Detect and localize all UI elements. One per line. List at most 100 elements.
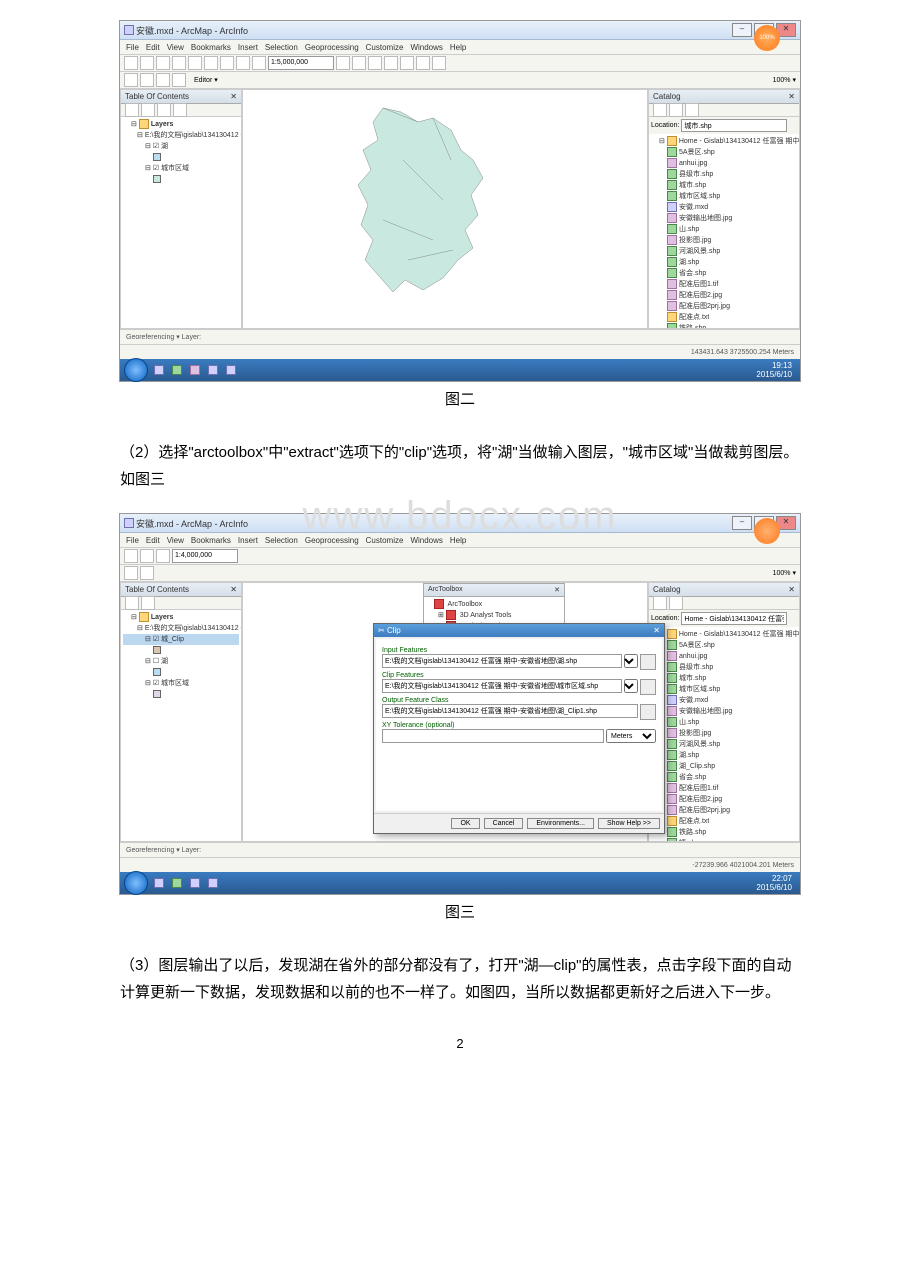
browse-icon[interactable] (640, 704, 656, 720)
save-icon[interactable] (156, 549, 170, 563)
cat-item[interactable]: 城市区域.shp (651, 191, 797, 202)
layer-city-zone[interactable]: ⊟ ☑ 城市区域 (123, 678, 239, 689)
map-scale-input[interactable]: 1:4,000,000 (172, 549, 238, 563)
zoom-in-icon[interactable] (124, 73, 138, 87)
taskbar-app-icon[interactable] (172, 365, 182, 375)
cat-home-icon[interactable] (669, 596, 683, 610)
toc-icon[interactable] (368, 56, 382, 70)
catalog-location-input[interactable] (681, 119, 787, 132)
new-icon[interactable] (124, 549, 138, 563)
output-fc-field[interactable] (382, 704, 638, 718)
layer-group-folder[interactable]: ⊟ E:\我的文档\gislab\134130412 任富 (123, 623, 239, 634)
pan-icon[interactable] (156, 73, 170, 87)
cat-item[interactable]: 县级市.shp (651, 169, 797, 180)
cat-home-icon[interactable] (685, 103, 699, 117)
menu-geoprocessing[interactable]: Geoprocessing (305, 43, 359, 52)
browse-icon[interactable] (640, 679, 656, 695)
cat-item[interactable]: 镇.shp (651, 838, 797, 841)
taskbar-app-icon[interactable] (226, 365, 236, 375)
list-by-drawing-icon[interactable] (125, 596, 139, 610)
cat-item[interactable]: 城市.shp (651, 180, 797, 191)
menu-geoprocessing[interactable]: Geoprocessing (305, 536, 359, 545)
cat-item[interactable]: 配准后图2.jpg (651, 290, 797, 301)
list-by-source-icon[interactable] (141, 596, 155, 610)
minimize-button[interactable]: – (732, 516, 752, 530)
cat-item[interactable]: 配准点.txt (651, 312, 797, 323)
full-extent-icon[interactable] (172, 73, 186, 87)
toc-close-icon[interactable]: ✕ (230, 92, 237, 101)
cat-item[interactable]: 河湖风景.shp (651, 739, 797, 750)
catalog-close-icon[interactable]: ✕ (788, 585, 795, 594)
zoom-out-icon[interactable] (140, 73, 154, 87)
menu-selection[interactable]: Selection (265, 43, 298, 52)
taskbar-app-icon[interactable] (190, 365, 200, 375)
layer-group-folder[interactable]: ⊟ E:\我的文档\gislab\134130412 任富 (123, 130, 239, 141)
layer-lake[interactable]: ⊟ ☐ 湖 (123, 656, 239, 667)
clip-dialog-close-icon[interactable]: ✕ (653, 626, 660, 635)
menu-bookmarks[interactable]: Bookmarks (191, 536, 231, 545)
list-by-selection-icon[interactable] (173, 103, 187, 117)
layer-lake-symbol[interactable] (123, 152, 239, 163)
cat-back-icon[interactable] (653, 103, 667, 117)
menu-windows[interactable]: Windows (410, 536, 442, 545)
minimize-button[interactable]: – (732, 23, 752, 37)
menu-insert[interactable]: Insert (238, 43, 258, 52)
menu-bookmarks[interactable]: Bookmarks (191, 43, 231, 52)
open-icon[interactable] (140, 549, 154, 563)
menu-insert[interactable]: Insert (238, 536, 258, 545)
menu-windows[interactable]: Windows (410, 43, 442, 52)
cat-item[interactable]: 县级市.shp (651, 662, 797, 673)
catalog-icon[interactable] (384, 56, 398, 70)
cat-root[interactable]: ⊟ Home - Gislab\134130412 任富强 期中-安徽 (651, 136, 797, 147)
toolbox-icon[interactable] (416, 56, 430, 70)
environments-button[interactable]: Environments... (527, 818, 594, 829)
cat-item[interactable]: 安徽输出地图.jpg (651, 213, 797, 224)
open-icon[interactable] (140, 56, 154, 70)
cat-back-icon[interactable] (653, 596, 667, 610)
taskbar-app-icon[interactable] (154, 878, 164, 888)
cat-item[interactable]: 配准后图2prj.jpg (651, 805, 797, 816)
print-icon[interactable] (172, 56, 186, 70)
xy-tolerance-unit[interactable]: Meters (606, 729, 656, 743)
taskbar-app-icon[interactable] (190, 878, 200, 888)
editor-dropdown[interactable]: Editor ▾ (194, 76, 218, 84)
xy-tolerance-field[interactable] (382, 729, 604, 743)
cat-item[interactable]: 省会.shp (651, 772, 797, 783)
pan-icon[interactable] (140, 566, 154, 580)
layers-root[interactable]: ⊟ Layers (123, 612, 239, 623)
start-button[interactable] (124, 358, 148, 382)
catalog-location-input[interactable] (681, 612, 787, 625)
list-by-visibility-icon[interactable] (157, 103, 171, 117)
cat-item[interactable]: 配准点.txt (651, 816, 797, 827)
add-data-icon[interactable] (352, 56, 366, 70)
cat-item[interactable]: 湖.shp (651, 257, 797, 268)
editor-toolbar-icon[interactable] (336, 56, 350, 70)
show-help-button[interactable]: Show Help >> (598, 818, 660, 829)
redo-icon[interactable] (252, 56, 266, 70)
zoom-in-icon[interactable] (124, 566, 138, 580)
ok-button[interactable]: OK (451, 818, 479, 829)
input-features-field[interactable] (382, 654, 622, 668)
layer-clip-selected[interactable]: ⊟ ☑ 城_Clip (123, 634, 239, 645)
system-tray[interactable]: 22:072015/6/10 (756, 874, 796, 892)
cat-up-icon[interactable] (669, 103, 683, 117)
list-by-source-icon[interactable] (141, 103, 155, 117)
clip-features-field[interactable] (382, 679, 622, 693)
cat-item[interactable]: 安徽输出地图.jpg (651, 706, 797, 717)
cat-item[interactable]: 5A景区.shp (651, 147, 797, 158)
cat-item[interactable]: 湖.shp (651, 750, 797, 761)
menu-edit[interactable]: Edit (146, 43, 160, 52)
cat-item[interactable]: 配准后图2.jpg (651, 794, 797, 805)
menu-selection[interactable]: Selection (265, 536, 298, 545)
paste-icon[interactable] (220, 56, 234, 70)
clip-features-dropdown[interactable] (624, 679, 638, 693)
menu-customize[interactable]: Customize (366, 43, 404, 52)
save-icon[interactable] (156, 56, 170, 70)
layers-root[interactable]: ⊟ Layers (123, 119, 239, 130)
cat-item[interactable]: 省会.shp (651, 268, 797, 279)
taskbar-app-icon[interactable] (154, 365, 164, 375)
cat-item[interactable]: 山.shp (651, 717, 797, 728)
list-by-drawing-icon[interactable] (125, 103, 139, 117)
toc-close-icon[interactable]: ✕ (230, 585, 237, 594)
cat-item[interactable]: 投影图.jpg (651, 235, 797, 246)
